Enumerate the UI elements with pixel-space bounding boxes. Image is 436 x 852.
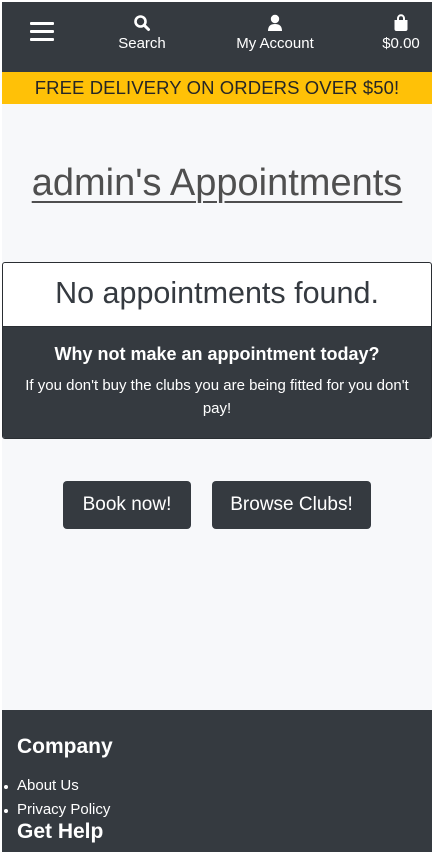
footer-link-about-us[interactable]: About Us bbox=[2, 774, 110, 798]
my-account-link[interactable]: My Account bbox=[228, 14, 322, 52]
footer: Company About Us Privacy Policy Get Help bbox=[2, 710, 432, 852]
shopping-bag-icon bbox=[378, 14, 424, 34]
menu-icon[interactable] bbox=[30, 22, 54, 41]
card-subheading: Why not make an appointment today? bbox=[54, 344, 380, 364]
footer-link-privacy-policy[interactable]: Privacy Policy bbox=[2, 798, 110, 822]
top-navbar: Search My Account $0.00 bbox=[2, 2, 432, 72]
card-text: If you don't buy the clubs you are being… bbox=[25, 377, 409, 417]
search-link[interactable]: Search bbox=[115, 14, 169, 52]
page: Search My Account $0.00 FREE DELIVERY ON… bbox=[2, 2, 432, 852]
browse-clubs-button[interactable]: Browse Clubs! bbox=[212, 481, 371, 529]
card-header: No appointments found. bbox=[3, 263, 431, 327]
page-title: admin's Appointments bbox=[31, 162, 403, 204]
search-icon bbox=[115, 14, 169, 34]
search-label: Search bbox=[118, 35, 166, 52]
footer-help-heading: Get Help bbox=[17, 820, 104, 843]
delivery-banner: FREE DELIVERY ON ORDERS OVER $50! bbox=[2, 72, 432, 104]
my-account-label: My Account bbox=[236, 35, 314, 52]
footer-links: About Us Privacy Policy bbox=[2, 774, 110, 822]
user-icon bbox=[228, 14, 322, 34]
card-body: Why not make an appointment today? If yo… bbox=[3, 327, 431, 438]
footer-company-heading: Company bbox=[17, 735, 113, 758]
bag-total: $0.00 bbox=[382, 35, 420, 52]
appointments-card: No appointments found. Why not make an a… bbox=[2, 262, 432, 439]
shopping-bag-link[interactable]: $0.00 bbox=[378, 14, 424, 52]
book-now-button[interactable]: Book now! bbox=[63, 481, 191, 529]
